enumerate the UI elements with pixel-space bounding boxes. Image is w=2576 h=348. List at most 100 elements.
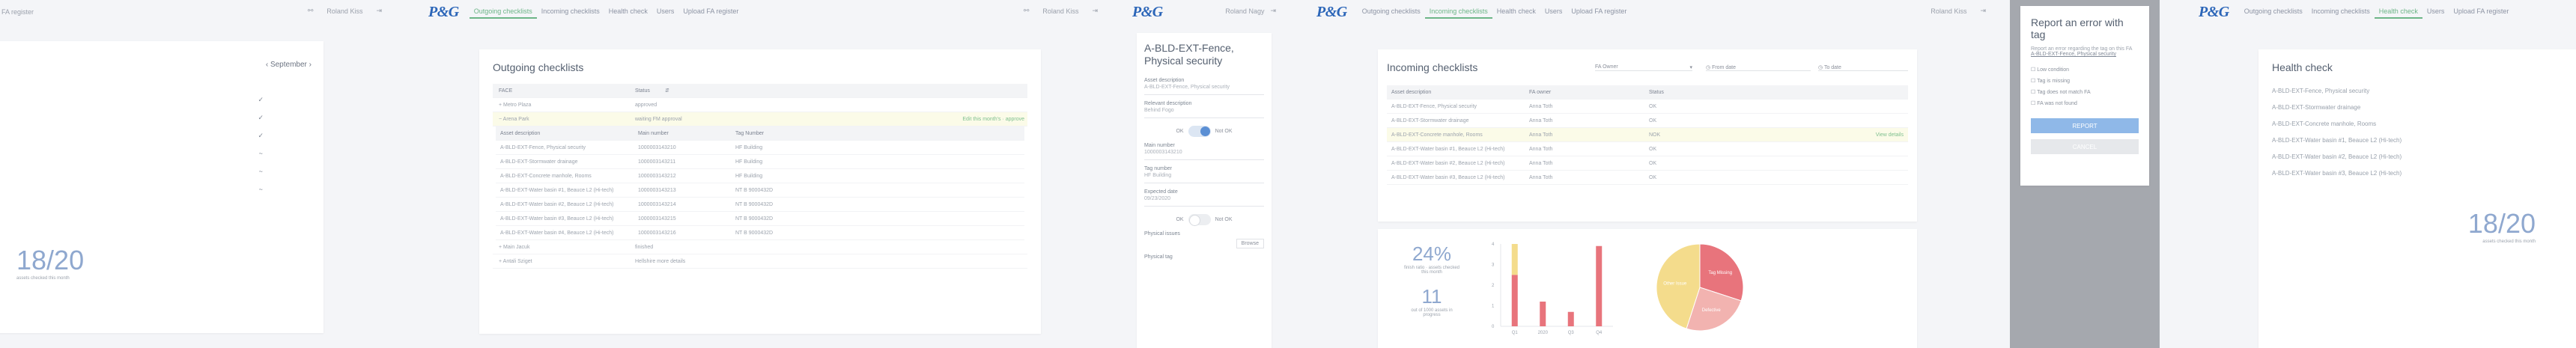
table-row[interactable]: A-BLD-EXT-Concrete manhole, Rooms Anna To…	[1387, 128, 1908, 142]
incoming-table: Asset description FA owner Status A-BLD-…	[1387, 85, 1908, 185]
main-nav: Outgoing checklists Incoming checklists …	[1358, 5, 1632, 19]
browse-button[interactable]: Browse	[1236, 239, 1264, 248]
ok-toggle[interactable]	[1188, 126, 1211, 137]
pg-logo[interactable]: P&G	[1132, 4, 1163, 21]
logout-icon[interactable]: ⇥	[1980, 7, 1986, 15]
bar	[1567, 311, 1574, 326]
nav-users[interactable]: Users	[2422, 5, 2449, 19]
nav-upload[interactable]: Upload FA register	[678, 5, 743, 19]
modal-title: Report an error with tag	[2031, 16, 2124, 40]
main-number-field[interactable]: 1000003143210	[1144, 148, 1264, 160]
report-modal: Report an error with tag Report an error…	[2020, 6, 2149, 186]
view-details-link[interactable]: View details	[1876, 132, 1908, 138]
table-row[interactable]: A-BLD-EXT-Stormwater drainage 10000031432…	[496, 155, 1024, 169]
nav-users[interactable]: Users	[652, 5, 679, 19]
option-row[interactable]: ☐ Tag does not match FA	[2031, 87, 2139, 98]
assets-checked-caption: assets checked this month	[16, 276, 70, 281]
list-item[interactable]: A-BLD-EXT-Water basin #2, Beauce L2 (Hi-…	[2272, 148, 2575, 165]
header-status[interactable]: Status	[635, 88, 665, 94]
expected-date-field[interactable]: 09/23/2020	[1144, 195, 1264, 207]
list-item[interactable]: A-BLD-EXT-Water basin #3, Beauce L2 (Hi-…	[2272, 165, 2575, 181]
user-name: Roland Kiss	[326, 7, 363, 15]
pg-logo[interactable]: P&G	[2199, 4, 2229, 21]
ok-toggle-group: OK Not OK	[1144, 214, 1264, 226]
month-selector[interactable]: ‹ September ›	[266, 61, 312, 69]
nav-incoming[interactable]: Incoming checklists	[2307, 5, 2375, 19]
table-row[interactable]: A-BLD-EXT-Fence, Physical security 100000…	[496, 141, 1024, 155]
option-row[interactable]: ☐ FA was not found	[2031, 98, 2139, 109]
asset-link[interactable]: A-BLD-EXT-Fence, Physical security	[2031, 52, 2139, 57]
checkbox[interactable]: ☐	[2031, 90, 2037, 95]
nav-health-check[interactable]: Health check	[2374, 5, 2422, 19]
user-name: Roland Nagy	[1225, 7, 1265, 15]
list-item[interactable]: A-BLD-EXT-Fence, Physical security	[2272, 82, 2575, 99]
table-row[interactable]: A-BLD-EXT-Water basin #4, Beauce L2 (Hi-…	[496, 226, 1024, 240]
pg-logo[interactable]: P&G	[1316, 4, 1347, 21]
table-row[interactable]: + Metro Plaza approved	[493, 98, 1027, 112]
pg-logo[interactable]: P&G	[428, 4, 459, 21]
fa-owner-select[interactable]: FA Owner ▾	[1595, 64, 1692, 71]
nav-health-check[interactable]: Health check	[1492, 5, 1540, 19]
nav-outgoing[interactable]: Outgoing checklists	[2240, 5, 2307, 19]
to-date-field[interactable]: ◷ To date	[1818, 64, 1908, 71]
approve-link[interactable]: Edit this month's · approve	[962, 117, 1027, 122]
nav-upload[interactable]: Upload FA register	[1567, 5, 1631, 19]
list-item[interactable]: A-BLD-EXT-Stormwater drainage	[2272, 99, 2575, 115]
chevron-right-icon[interactable]: ›	[309, 61, 312, 69]
main-nav: Outgoing checklists Incoming checklists …	[2240, 5, 2514, 19]
relevant-description-field[interactable]: Behind Fogo	[1144, 106, 1264, 118]
pending-mark: ~	[258, 150, 263, 157]
table-row[interactable]: A-BLD-EXT-Water basin #1, Beauce L2 (Hi-…	[496, 183, 1024, 198]
detail-card: A-BLD-EXT-Fence, Physical security Asset…	[1137, 33, 1272, 348]
user-area: Roland Nagy ⇥	[1225, 7, 1276, 15]
nav-users[interactable]: Users	[1540, 5, 1567, 19]
table-row[interactable]: + Antali Sziget Hellshire more details	[493, 254, 1027, 269]
table-row[interactable]: + Main Jacuk finished	[493, 240, 1027, 254]
logout-icon[interactable]: ⇥	[1092, 7, 1098, 15]
logout-icon[interactable]: ⇥	[376, 7, 382, 15]
nav-upload[interactable]: Upload FA register	[2449, 5, 2513, 19]
asset-description-field[interactable]: A-BLD-EXT-Fence, Physical security	[1144, 83, 1264, 95]
logout-icon[interactable]: ⇥	[1270, 7, 1276, 15]
report-button[interactable]: REPORT	[2031, 118, 2139, 133]
chevron-left-icon[interactable]: ‹	[266, 61, 268, 69]
ok-toggle[interactable]	[1188, 214, 1211, 226]
from-date-field[interactable]: ◷ From date	[1706, 64, 1811, 71]
list-item[interactable]: A-BLD-EXT-Concrete manhole, Rooms	[2272, 115, 2575, 132]
nav-incoming[interactable]: Incoming checklists	[537, 5, 604, 19]
table-row[interactable]: A-BLD-EXT-Water basin #3, Beauce L2 (Hi-…	[496, 212, 1024, 226]
table-row[interactable]: A-BLD-EXT-Stormwater drainage Anna Toth OK	[1387, 114, 1908, 128]
table-row[interactable]: A-BLD-EXT-Fence, Physical security Anna T…	[1387, 100, 1908, 114]
cancel-button[interactable]: CANCEL	[2031, 139, 2139, 154]
glasses-icon[interactable]: ⚯	[308, 7, 314, 15]
y-tick-label: 3	[1492, 263, 1495, 268]
table-row[interactable]: A-BLD-EXT-Concrete manhole, Rooms 1000003…	[496, 169, 1024, 183]
table-row[interactable]: A-BLD-EXT-Water basin #2, Beauce L2 (Hi-…	[496, 198, 1024, 212]
table-row[interactable]: A-BLD-EXT-Water basin #3, Beauce L2 (Hi-…	[1387, 171, 1908, 185]
checkbox[interactable]: ☐	[2031, 67, 2037, 73]
nav-upload-fa-register[interactable]: FA register	[1, 8, 34, 16]
table-row[interactable]: A-BLD-EXT-Water basin #2, Beauce L2 (Hi-…	[1387, 156, 1908, 171]
nav-incoming[interactable]: Incoming checklists	[1424, 5, 1492, 19]
glasses-icon[interactable]: ⚯	[1024, 7, 1030, 15]
nav-outgoing[interactable]: Outgoing checklists	[469, 5, 537, 19]
tag-number-field[interactable]: HF Building	[1144, 171, 1264, 183]
modal-text: Report an error regarding the tag on thi…	[2031, 46, 2133, 52]
table-row[interactable]: − Arena Park waiting FM approval Edit th…	[493, 112, 1027, 126]
nav-health-check[interactable]: Health check	[604, 5, 652, 19]
option-row[interactable]: ☐ Low condition	[2031, 64, 2139, 76]
sort-icon[interactable]: ⇵	[665, 88, 669, 94]
error-options: ☐ Low condition ☐ Tag is missing ☐ Tag d…	[2031, 64, 2139, 109]
checkbox[interactable]: ☐	[2031, 101, 2037, 106]
y-tick-label: 0	[1492, 325, 1495, 329]
option-row[interactable]: ☐ Tag is missing	[2031, 76, 2139, 87]
y-tick-label: 4	[1492, 242, 1495, 247]
outgoing-card: Outgoing checklists FACE Status ⇵ + Metr…	[479, 49, 1041, 334]
checkbox[interactable]: ☐	[2031, 79, 2037, 84]
list-item[interactable]: A-BLD-EXT-Water basin #1, Beauce L2 (Hi-…	[2272, 132, 2575, 148]
table-row[interactable]: A-BLD-EXT-Water basin #1, Beauce L2 (Hi-…	[1387, 142, 1908, 156]
nav-outgoing[interactable]: Outgoing checklists	[1358, 5, 1425, 19]
user-name: Roland Kiss	[1042, 7, 1079, 15]
ok-toggle-group: OK Not OK	[1144, 126, 1264, 137]
main-nav: Outgoing checklists Incoming checklists …	[469, 5, 744, 19]
